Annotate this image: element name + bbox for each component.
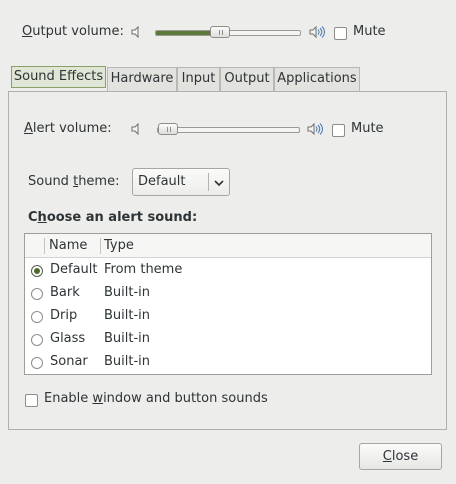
alert-speaker-high-icon <box>306 122 324 140</box>
output-volume-thumb[interactable] <box>210 26 230 38</box>
tab-hardware[interactable]: Hardware <box>107 67 177 91</box>
alert-sound-type: Built-in <box>104 285 151 300</box>
alert-sound-name: Default <box>50 262 98 277</box>
list-item[interactable]: Default From theme <box>25 259 431 282</box>
alert-sound-radio[interactable] <box>31 288 43 300</box>
alert-sound-name: Drip <box>50 308 78 323</box>
sound-theme-label: Sound theme: <box>28 174 120 189</box>
combo-separator <box>208 173 209 191</box>
speaker-high-icon <box>308 25 326 43</box>
alert-mute-checkbox[interactable] <box>332 124 345 137</box>
tab-applications[interactable]: Applications <box>274 67 360 91</box>
alert-sound-radio[interactable] <box>31 357 43 369</box>
column-header-name[interactable]: Name <box>49 238 87 254</box>
list-item[interactable]: Sonar Built-in <box>25 351 431 374</box>
alert-volume-label: Alert volume: <box>24 121 112 136</box>
speaker-low-icon <box>130 25 144 43</box>
choose-alert-sound-heading: Choose an alert sound: <box>28 210 198 225</box>
tab-sound-effects[interactable]: Sound Effects <box>11 66 106 88</box>
alert-sound-radio[interactable] <box>31 265 43 277</box>
output-mute-checkbox[interactable] <box>334 27 347 40</box>
alert-speaker-low-icon <box>130 122 144 140</box>
tab-input[interactable]: Input <box>177 67 220 91</box>
header-separator <box>100 238 101 254</box>
enable-window-sounds-checkbox[interactable] <box>25 394 38 407</box>
alert-volume-slider[interactable] <box>157 127 300 133</box>
list-item[interactable]: Glass Built-in <box>25 328 431 351</box>
alert-sound-radio[interactable] <box>31 311 43 323</box>
alert-sound-name: Glass <box>50 331 86 346</box>
sound-theme-combo[interactable]: Default <box>132 168 230 196</box>
list-item[interactable]: Drip Built-in <box>25 305 431 328</box>
list-item[interactable]: Bark Built-in <box>25 282 431 305</box>
list-header: Name Type <box>25 234 431 258</box>
alert-sound-type: From theme <box>104 262 183 277</box>
output-volume-label: Output volume: <box>22 24 124 39</box>
alert-mute-label[interactable]: Mute <box>351 121 384 137</box>
sound-theme-value: Default <box>138 174 186 189</box>
output-mute-label[interactable]: Mute <box>353 24 386 40</box>
alert-sound-name: Sonar <box>50 354 88 369</box>
alert-sound-name: Bark <box>50 285 80 300</box>
alert-sound-type: Built-in <box>104 354 151 369</box>
alert-sound-type: Built-in <box>104 308 151 323</box>
alert-sound-radio[interactable] <box>31 334 43 346</box>
enable-window-sounds-label[interactable]: Enable window and button sounds <box>44 391 268 407</box>
header-separator <box>44 238 45 254</box>
close-button[interactable]: Close <box>359 443 442 470</box>
chevron-down-icon <box>213 177 225 192</box>
alert-volume-thumb[interactable] <box>158 123 178 135</box>
tab-output[interactable]: Output <box>220 67 274 91</box>
alert-sound-list: Name Type Default From theme Bark Built-… <box>24 233 432 375</box>
column-header-type[interactable]: Type <box>104 238 134 254</box>
alert-sound-type: Built-in <box>104 331 151 346</box>
